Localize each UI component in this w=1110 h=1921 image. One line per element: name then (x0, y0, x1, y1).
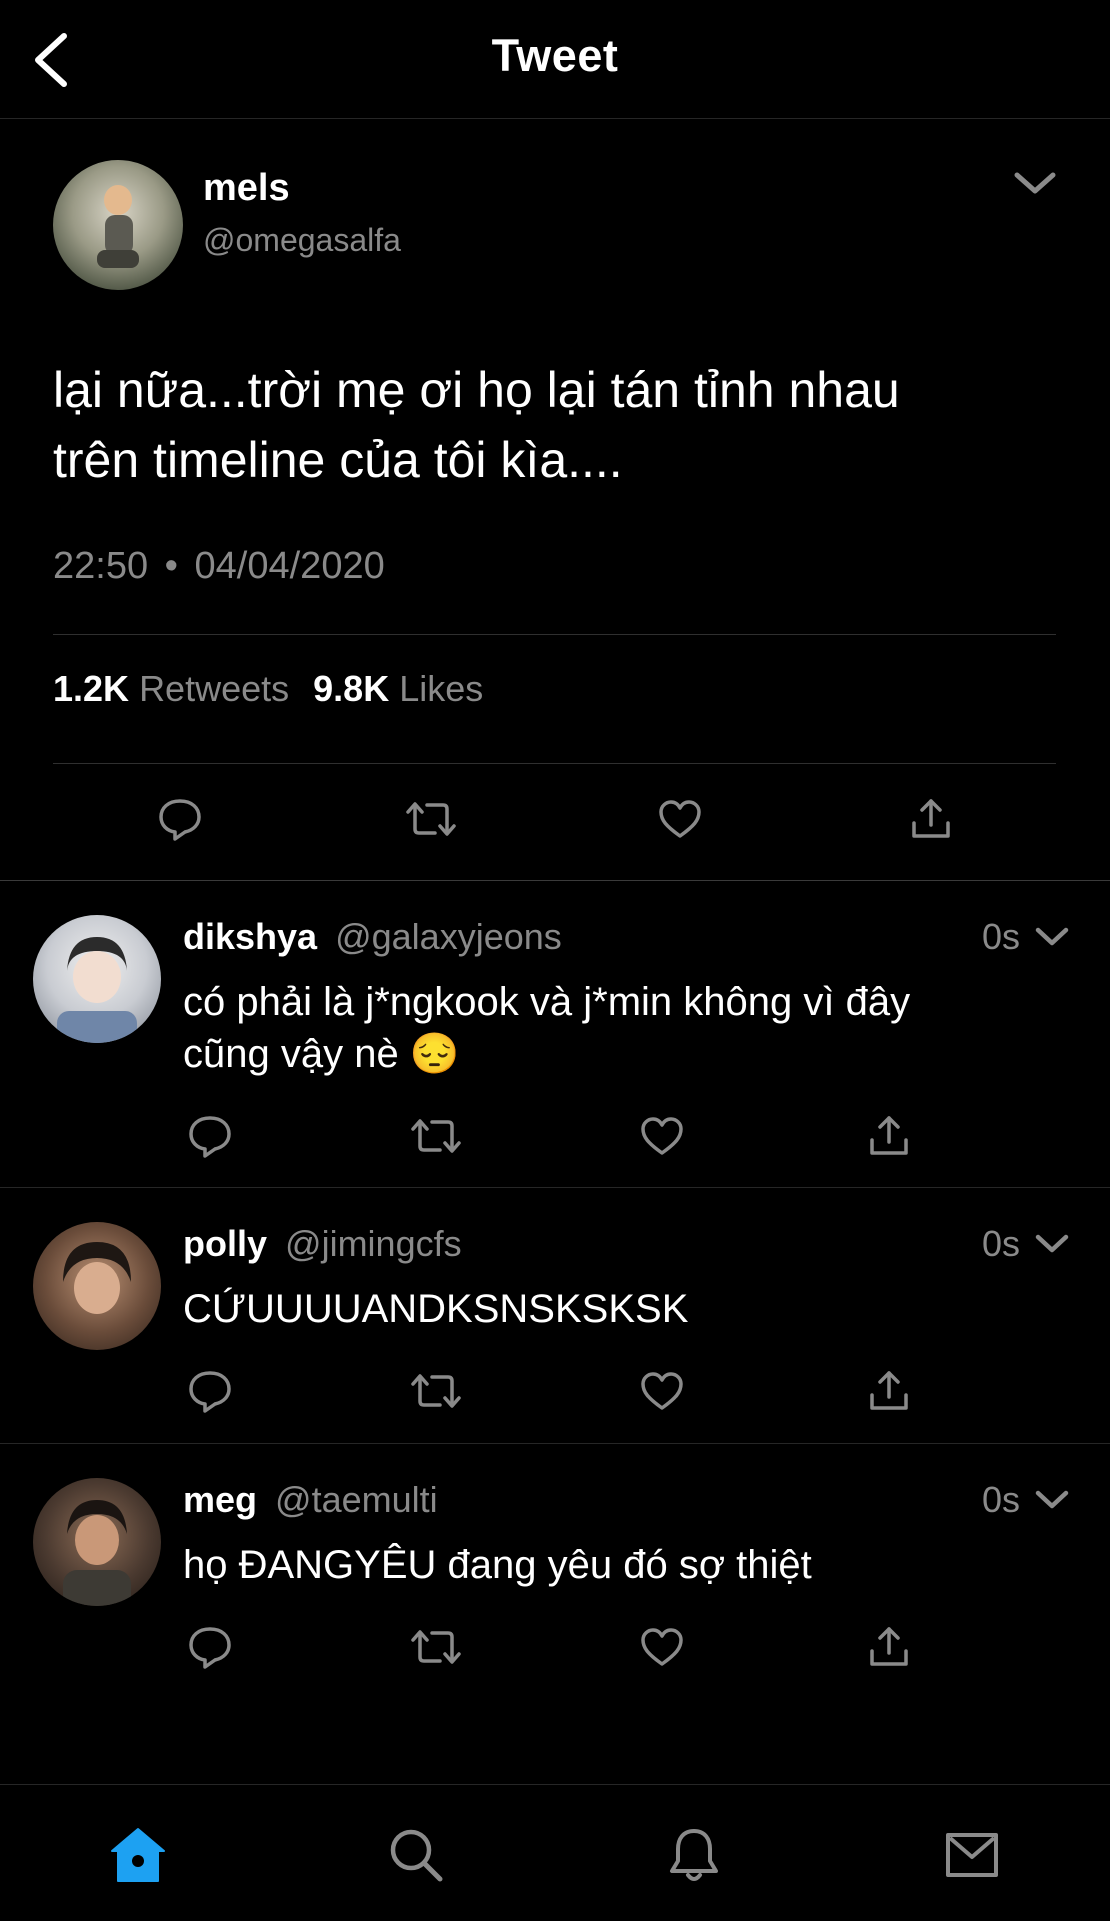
reply-author-name[interactable]: dikshya (183, 916, 317, 957)
likes-stat[interactable]: 9.8K Likes (313, 668, 483, 709)
reply-actions (0, 1112, 1110, 1160)
reply-text: có phải là j*ngkook và j*min không vì đâ… (183, 976, 1083, 1080)
top-bar: Tweet (0, 0, 1110, 119)
retweets-label: Retweets (139, 668, 290, 709)
reply-author-handle[interactable]: @jimingcfs (285, 1223, 462, 1264)
home-icon[interactable] (108, 1825, 168, 1885)
reply-text-line: cũng vậy nè 😔 (183, 1032, 460, 1076)
reply-avatar[interactable] (33, 1222, 161, 1350)
reply-icon[interactable] (156, 795, 204, 843)
chevron-down-icon[interactable] (1034, 1488, 1070, 1512)
tweet-text-line: lại nữa...trời mẹ ơi họ lại tán tỉnh nha… (53, 362, 900, 418)
like-icon[interactable] (638, 1367, 686, 1415)
reply-tweet[interactable]: polly @jimingcfs 0s CỨUUUUANDKSNSKSKSK (0, 1188, 1110, 1444)
tweet-text: lại nữa...trời mẹ ơi họ lại tán tỉnh nha… (53, 355, 1053, 495)
share-icon[interactable] (865, 1112, 913, 1160)
reply-author-name[interactable]: polly (183, 1223, 267, 1264)
tweet-actions (0, 795, 1110, 845)
page-title: Tweet (491, 30, 619, 81)
reply-icon[interactable] (186, 1112, 234, 1160)
reply-author-handle[interactable]: @taemulti (275, 1479, 438, 1520)
author-handle[interactable]: @omegasalfa (203, 222, 401, 259)
retweets-count: 1.2K (53, 668, 130, 709)
tweet-time: 22:50 (53, 545, 149, 587)
reply-actions (0, 1623, 1110, 1671)
messages-icon[interactable] (942, 1825, 1002, 1885)
chevron-down-icon[interactable] (1034, 925, 1070, 949)
reply-avatar[interactable] (33, 915, 161, 1043)
chevron-down-icon[interactable] (1013, 170, 1057, 196)
retweet-icon[interactable] (405, 795, 457, 843)
reply-header: meg @taemulti (183, 1479, 438, 1521)
reply-time: 0s (982, 1479, 1021, 1520)
reply-tweet[interactable]: meg @taemulti 0s họ ĐANGYÊU đang yêu đó … (0, 1444, 1110, 1700)
share-icon[interactable] (865, 1367, 913, 1415)
reply-text: họ ĐANGYÊU đang yêu đó sợ thiệt (183, 1543, 812, 1587)
likes-label: Likes (399, 668, 484, 709)
reply-time: 0s (982, 1223, 1021, 1264)
author-avatar[interactable] (53, 160, 183, 290)
bottom-nav (0, 1784, 1110, 1921)
share-icon[interactable] (865, 1623, 913, 1671)
likes-count: 9.8K (313, 668, 390, 709)
tweet-stats: 1.2K Retweets 9.8K Likes (53, 668, 483, 710)
author-name[interactable]: mels (203, 167, 290, 210)
reply-header: polly @jimingcfs (183, 1223, 462, 1265)
reply-time: 0s (982, 916, 1021, 957)
chevron-down-icon[interactable] (1034, 1232, 1070, 1256)
tweet-date: 04/04/2020 (194, 545, 385, 587)
reply-avatar[interactable] (33, 1478, 161, 1606)
reply-header: dikshya @galaxyjeons (183, 916, 562, 958)
like-icon[interactable] (638, 1623, 686, 1671)
reply-actions (0, 1367, 1110, 1415)
reply-author-name[interactable]: meg (183, 1479, 257, 1520)
reply-icon[interactable] (186, 1623, 234, 1671)
notifications-icon[interactable] (664, 1825, 724, 1885)
divider (53, 634, 1056, 635)
search-icon[interactable] (386, 1825, 446, 1885)
tweet-timestamp: 22:50 • 04/04/2020 (53, 545, 385, 588)
reply-icon[interactable] (186, 1367, 234, 1415)
retweet-icon[interactable] (410, 1112, 462, 1160)
dot-separator: • (164, 545, 178, 587)
tweet-text-line: trên timeline của tôi kìa.... (53, 432, 623, 488)
share-icon[interactable] (907, 795, 955, 843)
reply-text-line: có phải là j*ngkook và j*min không vì đâ… (183, 980, 911, 1024)
reply-text: CỨUUUUANDKSNSKSKSK (183, 1287, 689, 1331)
reply-tweet[interactable]: dikshya @galaxyjeons 0s có phải là j*ngk… (0, 881, 1110, 1187)
retweets-stat[interactable]: 1.2K Retweets (53, 668, 299, 709)
retweet-icon[interactable] (410, 1367, 462, 1415)
divider (53, 763, 1056, 764)
like-icon[interactable] (656, 795, 704, 843)
reply-author-handle[interactable]: @galaxyjeons (335, 916, 562, 957)
retweet-icon[interactable] (410, 1623, 462, 1671)
like-icon[interactable] (638, 1112, 686, 1160)
